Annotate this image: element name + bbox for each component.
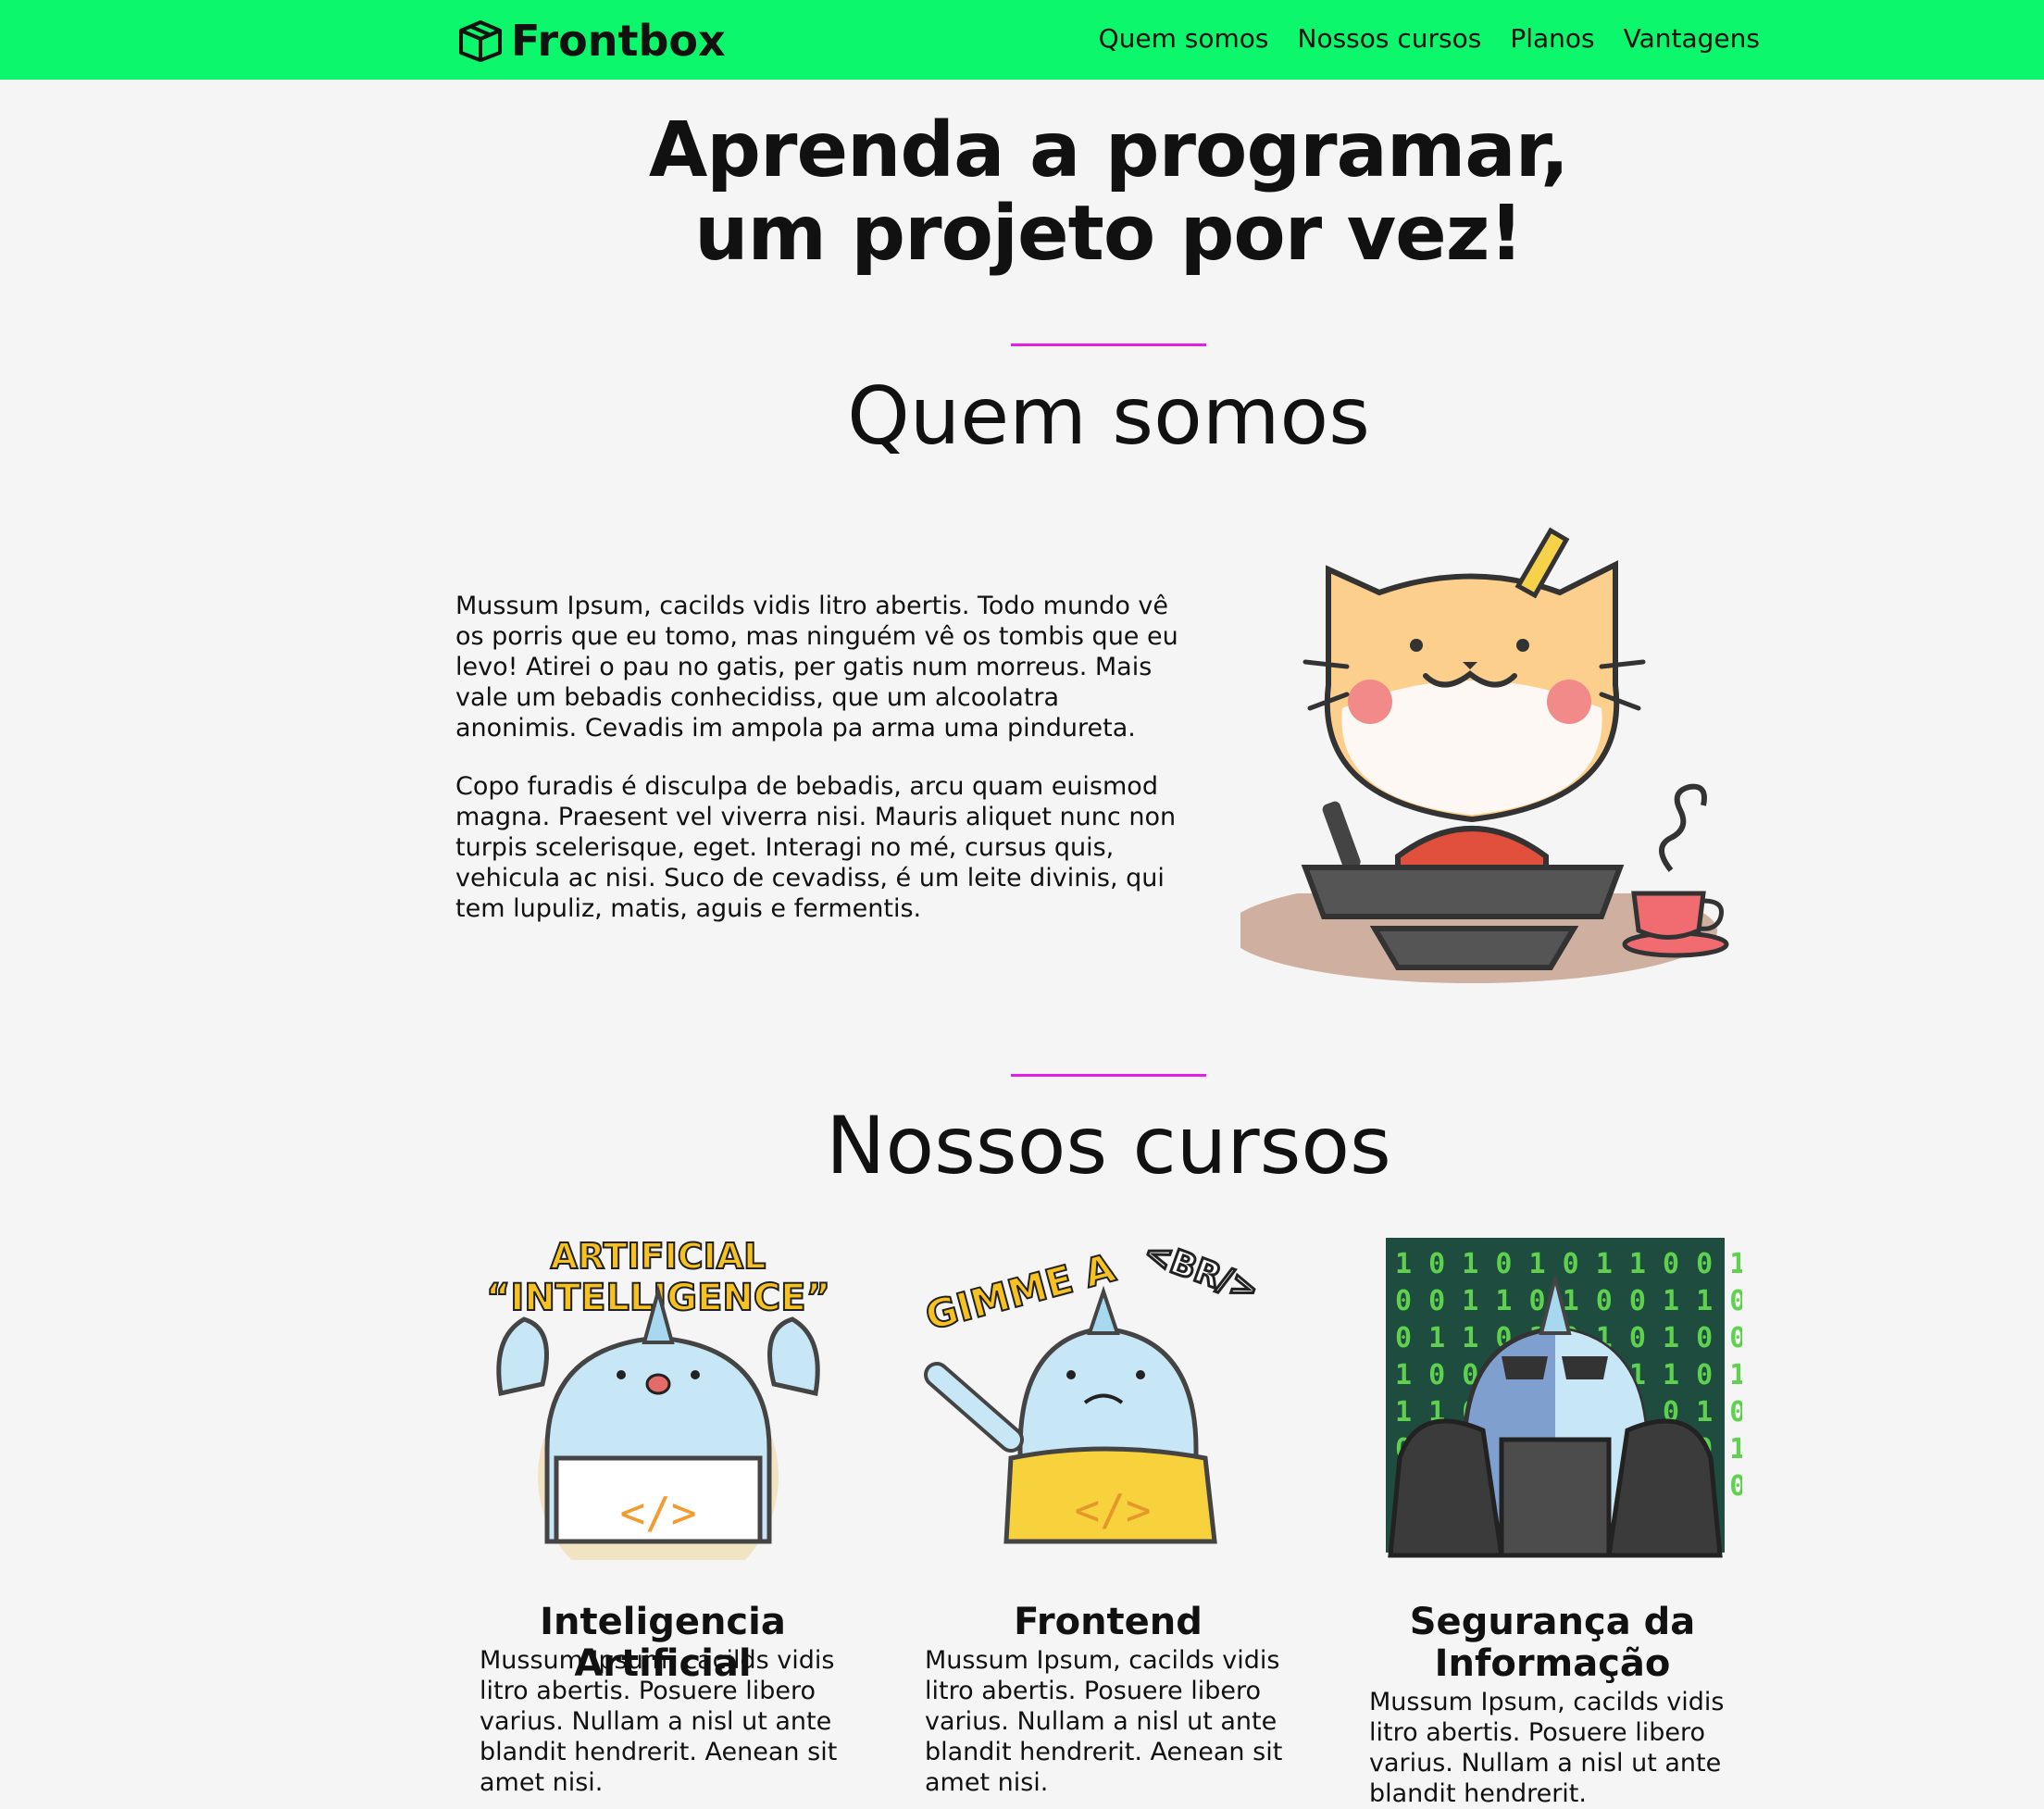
svg-text:</>: </>	[1074, 1485, 1151, 1535]
svg-text:0 0 1 1 0 1 0 0 1 1 0: 0 0 1 1 0 1 0 0 1 1 0	[1395, 1285, 1742, 1317]
nav-item-nossos-cursos[interactable]: Nossos cursos	[1298, 19, 1482, 59]
frontend-sticker-text-1: GIMME A	[921, 1245, 1121, 1340]
brand-name: Frontbox	[511, 16, 726, 66]
ai-sticker-text-1: ARTIFICIAL	[551, 1236, 766, 1277]
brand-logo-link[interactable]: Frontbox	[457, 13, 726, 69]
main-nav: Quem somos Nossos cursos Planos Vantagen…	[1099, 19, 1760, 59]
frontend-sticker-illustration: GIMME A <BR/> </>	[920, 1232, 1265, 1544]
hero-line-1: Aprenda a programar,	[648, 106, 1569, 194]
section-divider	[1011, 343, 1206, 346]
cat-illustration	[1240, 527, 1731, 983]
hero-headline: Aprenda a programar, um projeto por vez!	[0, 109, 2044, 276]
course-title: Frontend	[1014, 1601, 1203, 1643]
svg-text:</>: </>	[619, 1488, 696, 1538]
frontend-sticker-text-2: <BR/>	[1139, 1233, 1264, 1310]
svg-text:1 0 1 0 1 0 1 1 0 0 1: 1 0 1 0 1 0 1 1 0 0 1	[1395, 1248, 1742, 1280]
nav-item-planos[interactable]: Planos	[1510, 19, 1594, 59]
top-navbar: Frontbox Quem somos Nossos cursos Planos…	[0, 0, 2044, 80]
about-paragraph: Copo furadis é disculpa de bebadis, arcu…	[455, 772, 1177, 923]
security-sticker-illustration: 1 0 1 0 1 0 1 1 0 0 1 0 0 1 1 0 1 0 0 1 …	[1386, 1238, 1742, 1558]
ai-sticker-illustration: ARTIFICIAL “INTELLIGENCE” </>	[485, 1235, 831, 1560]
nav-item-vantagens[interactable]: Vantagens	[1624, 19, 1760, 59]
nav-item-quem-somos[interactable]: Quem somos	[1099, 19, 1269, 59]
course-card-ia: ARTIFICIAL “INTELLIGENCE” </> Inteligenc…	[468, 1227, 857, 1797]
box-icon	[459, 20, 502, 62]
course-card-frontend: GIMME A <BR/> </> Frontend Mussum Ipsum,…	[914, 1227, 1302, 1797]
course-description: Mussum Ipsum, cacilds vidis litro aberti…	[1369, 1688, 1725, 1808]
about-text: Mussum Ipsum, cacilds vidis litro aberti…	[455, 591, 1187, 952]
about-title: Quem somos	[847, 370, 1370, 463]
course-description: Mussum Ipsum, cacilds vidis litro aberti…	[480, 1646, 838, 1797]
about-paragraph: Mussum Ipsum, cacilds vidis litro aberti…	[455, 592, 1178, 742]
course-title: Segurança da Informação	[1409, 1601, 1696, 1685]
course-description: Mussum Ipsum, cacilds vidis litro aberti…	[925, 1646, 1283, 1797]
courses-title: Nossos cursos	[826, 1100, 1391, 1192]
section-divider	[1011, 1074, 1206, 1077]
hero-line-2: um projeto por vez!	[694, 190, 1524, 278]
course-card-seguranca: 1 0 1 0 1 0 1 1 0 0 1 0 0 1 1 0 1 0 0 1 …	[1358, 1227, 1747, 1808]
